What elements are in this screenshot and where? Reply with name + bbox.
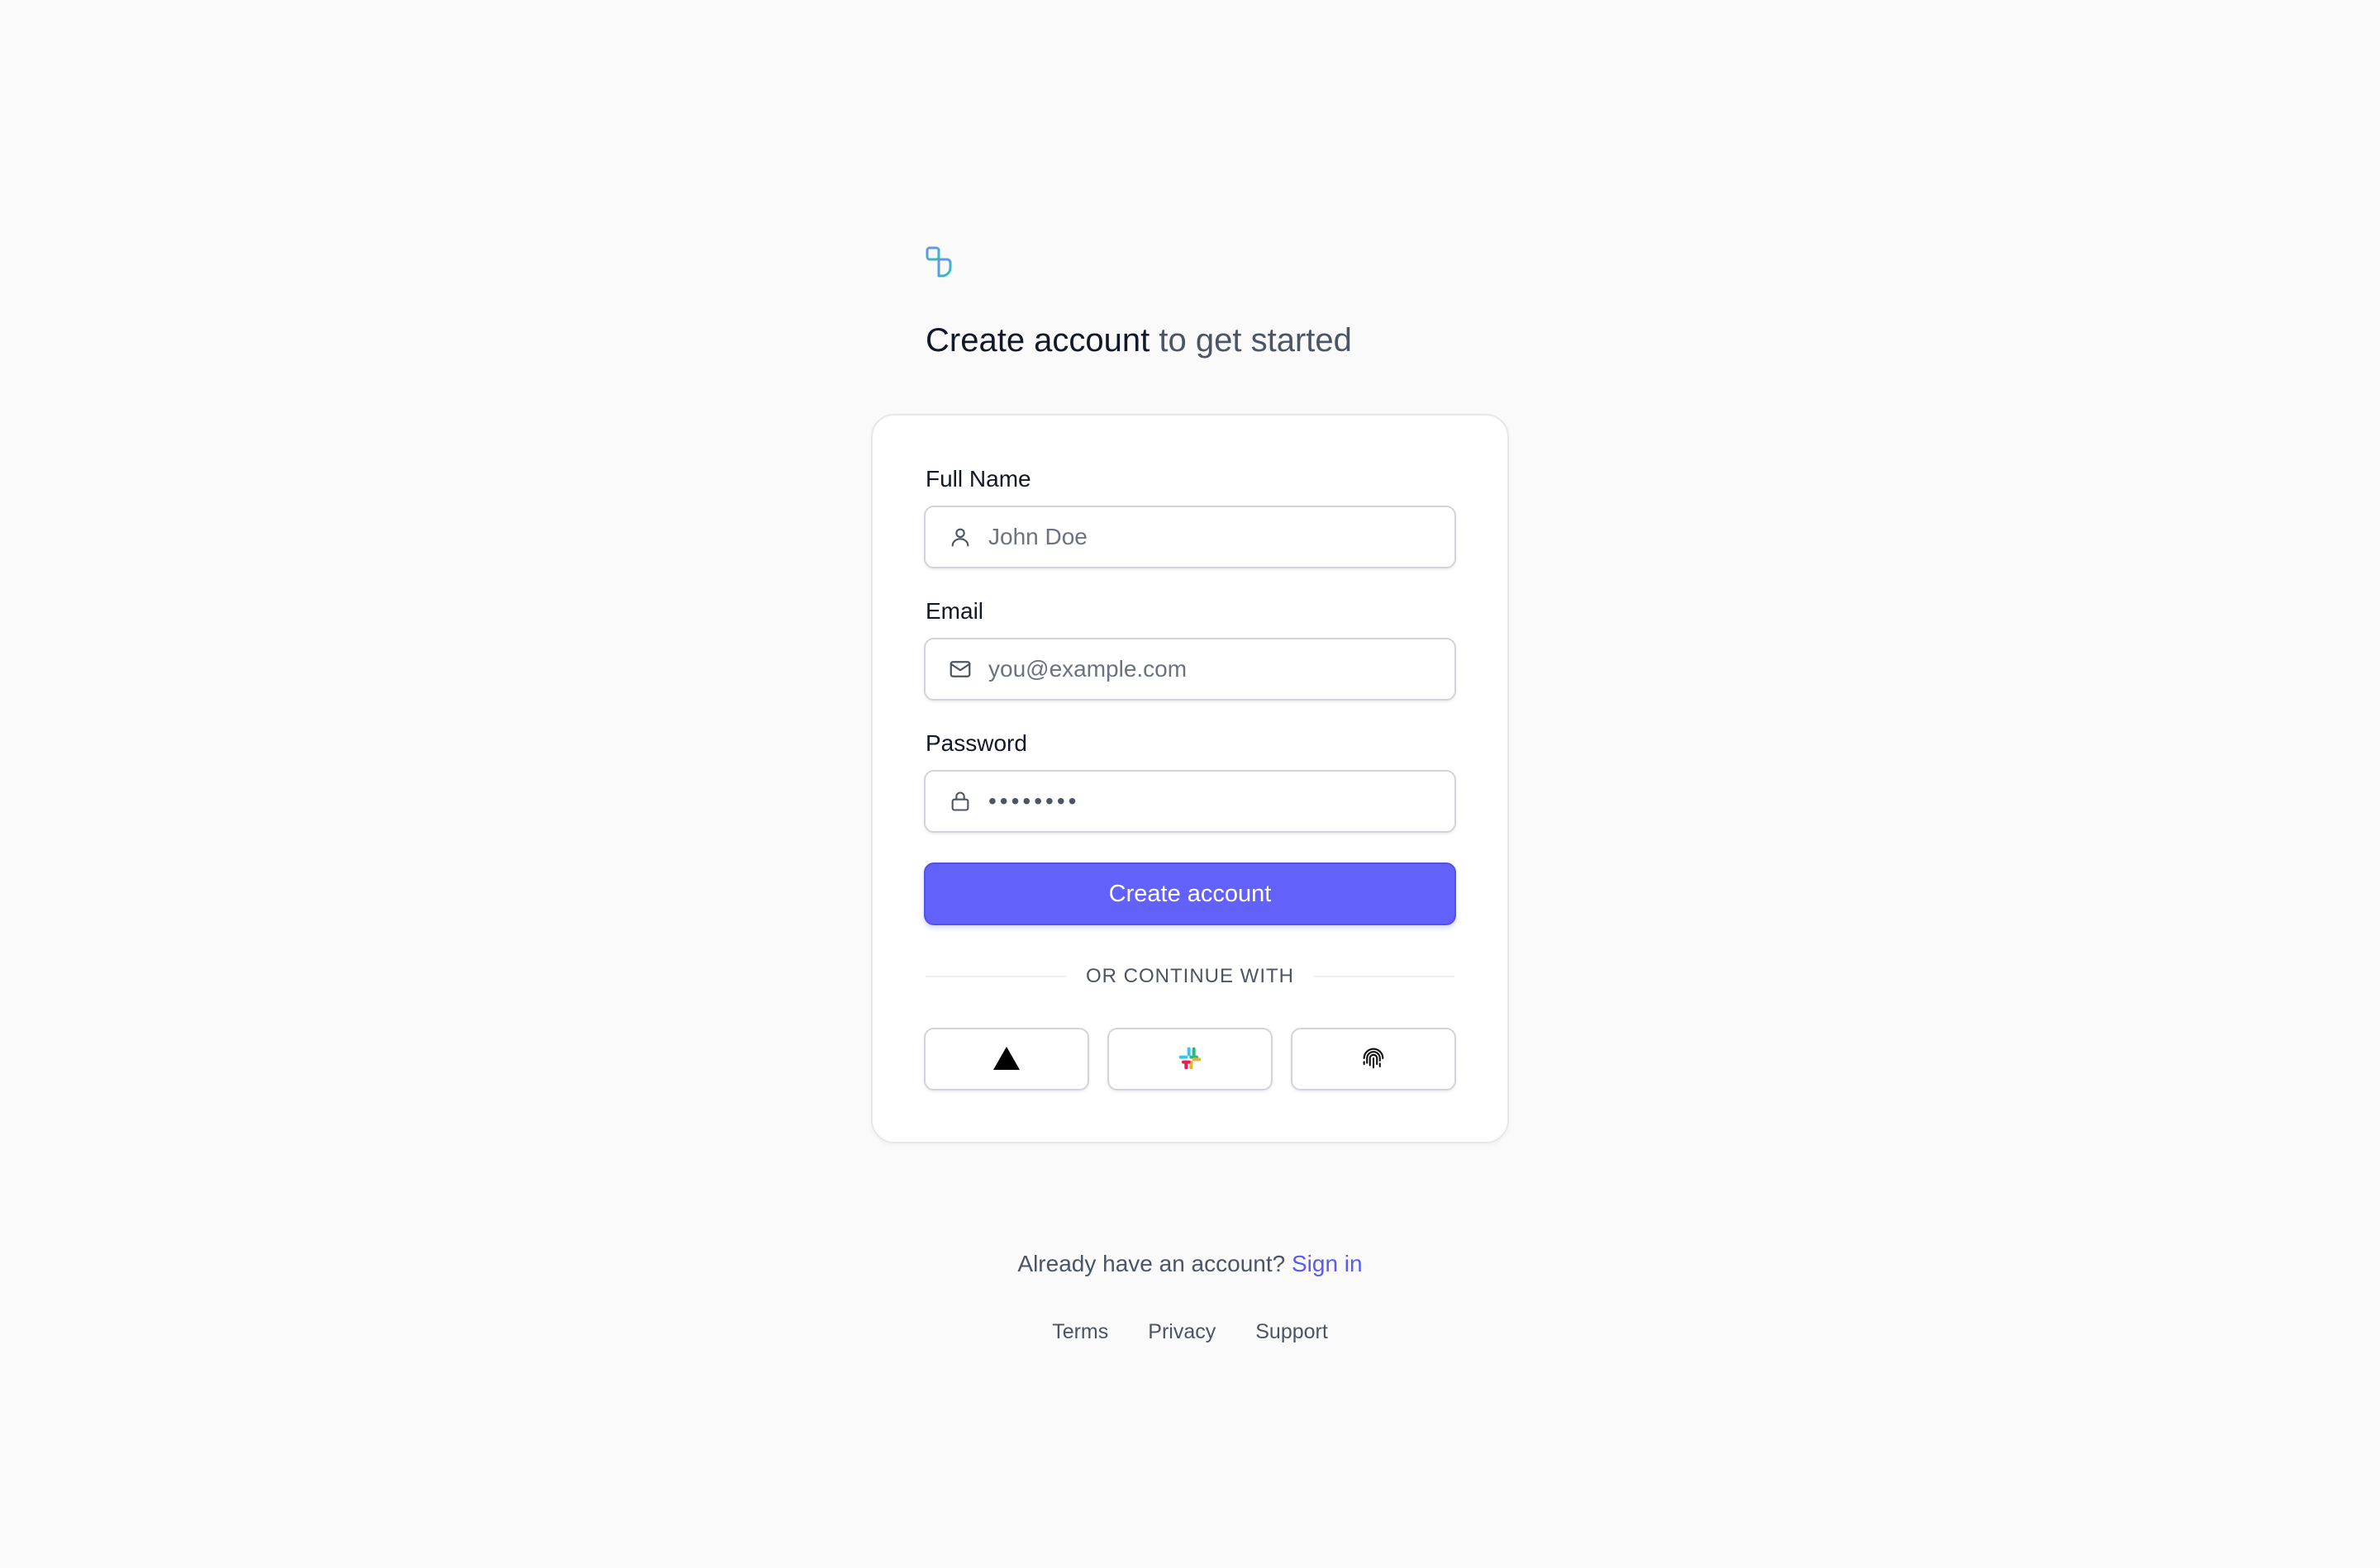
password-field[interactable] [924, 770, 1456, 833]
mail-icon [947, 656, 973, 682]
full-name-field[interactable] [924, 506, 1456, 568]
signin-prompt-text: Already have an account? [1017, 1251, 1286, 1276]
full-name-input[interactable] [988, 512, 1435, 562]
app-logo-icon [922, 243, 962, 283]
email-input[interactable] [988, 644, 1435, 694]
footer-link-privacy[interactable]: Privacy [1148, 1320, 1216, 1344]
divider-line-right [1314, 976, 1455, 977]
page-title-muted: to get started [1159, 322, 1352, 359]
vercel-triangle-icon [992, 1045, 1021, 1074]
page-title-strong: Create account [926, 322, 1150, 359]
divider-text: OR CONTINUE WITH [1086, 965, 1294, 987]
slack-icon [1177, 1045, 1203, 1074]
fingerprint-icon [1359, 1044, 1388, 1075]
divider-line-left [926, 976, 1067, 977]
footer-links: Terms Privacy Support [0, 1320, 2380, 1344]
user-icon [947, 524, 973, 550]
or-divider: OR CONTINUE WITH [926, 962, 1455, 991]
create-account-button[interactable]: Create account [924, 862, 1456, 925]
email-field[interactable] [924, 638, 1456, 701]
slack-signin-button[interactable] [1107, 1028, 1273, 1090]
footer-link-terms[interactable]: Terms [1052, 1320, 1108, 1344]
email-label: Email [926, 598, 984, 624]
vercel-signin-button[interactable] [924, 1028, 1089, 1090]
passkey-signin-button[interactable] [1291, 1028, 1456, 1090]
password-label: Password [926, 730, 1027, 756]
lock-icon [947, 788, 973, 815]
footer-link-support[interactable]: Support [1255, 1320, 1328, 1344]
password-input[interactable] [988, 777, 1435, 826]
page-title: Create account to get started [926, 317, 1352, 363]
full-name-label: Full Name [926, 466, 1031, 492]
signin-prompt: Already have an account? Sign in [0, 1249, 2380, 1279]
signin-link[interactable]: Sign in [1292, 1251, 1363, 1276]
